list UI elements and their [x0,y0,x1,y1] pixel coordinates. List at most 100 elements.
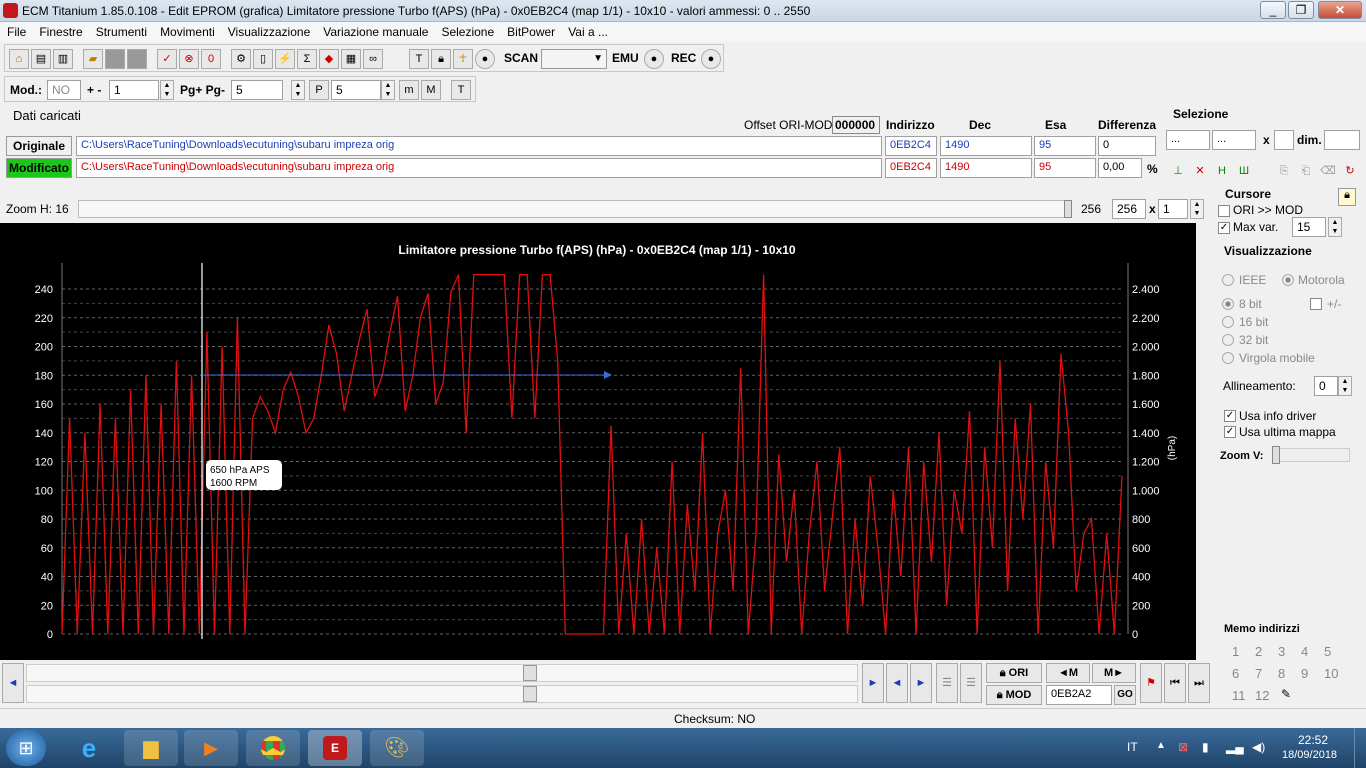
sel-start-icon[interactable]: ⊥ [1168,162,1188,182]
lastmap-checkbox[interactable]: ✓ [1224,426,1236,438]
motorola-radio[interactable] [1282,274,1294,286]
memo-slot-2[interactable]: 2 [1255,644,1262,659]
memo-slot-1[interactable]: 1 [1232,644,1239,659]
selezione-start[interactable]: ... [1166,130,1210,150]
maximize-button[interactable]: ❐ [1288,1,1314,19]
explorer-icon[interactable]: ▆ [124,730,178,766]
memo-slot-6[interactable]: 6 [1232,666,1239,681]
window-icon[interactable]: ▥ [53,49,73,69]
emu-label[interactable]: EMU [612,51,639,65]
sel-paste-icon[interactable]: ⎗ [1296,162,1316,182]
compare-icon[interactable]: ⊗ [179,49,199,69]
float-radio[interactable] [1222,352,1234,364]
mod-field[interactable]: NO [47,80,81,100]
menu-movimenti[interactable]: Movimenti [153,22,221,39]
zoom-width-field[interactable]: 256 [1112,199,1146,219]
menu-vai[interactable]: Vai a ... [561,22,614,39]
clock-time[interactable]: 22:52 [1298,733,1328,747]
ori-mod-checkbox[interactable] [1218,205,1230,217]
text-icon[interactable]: T [409,49,429,69]
show-desktop-button[interactable] [1354,728,1366,768]
sel-h-icon[interactable]: H [1212,162,1232,182]
menu-variazione[interactable]: Variazione manuale [316,22,434,39]
memo-slot-10[interactable]: 10 [1324,666,1338,681]
network-icon[interactable]: ⊠ [1178,740,1188,754]
zero-icon[interactable]: 0 [201,49,221,69]
align-field[interactable]: 0 [1314,376,1338,396]
jump-start-button[interactable]: ⏮ [1164,663,1186,703]
zoom-h-thumb[interactable] [1064,200,1072,218]
person-icon[interactable]: ☥ [453,49,473,69]
memo-slot-9[interactable]: 9 [1301,666,1308,681]
ie-icon[interactable]: e [62,730,116,766]
maxvar-spinner[interactable]: ▲ ▼ [1328,217,1342,237]
chart-area[interactable]: Limitatore pressione Turbo f(APS) (hPa) … [0,223,1196,660]
align-spinner[interactable]: ▲ ▼ [1338,376,1352,396]
maxvar-checkbox[interactable]: ✓ [1218,222,1230,234]
scan-label[interactable]: SCAN [504,51,538,65]
selezione-dim-field[interactable] [1324,130,1360,150]
mod-button[interactable]: 🔒︎ MOD [986,685,1042,705]
memo-slot-11[interactable]: 11 [1232,688,1246,703]
chart-icon[interactable]: ⚡ [275,49,295,69]
clock-date[interactable]: 18/09/2018 [1282,749,1337,761]
memo-next-button[interactable]: M► [1092,663,1136,683]
jump-end-button[interactable]: ⏭ [1188,663,1210,703]
memo-save-icon[interactable]: ✎ [1278,687,1294,703]
t-icon[interactable]: T [451,80,471,100]
sigma-icon[interactable]: Σ [297,49,317,69]
8bit-radio[interactable] [1222,298,1234,310]
zoom-spinner[interactable]: ▲ ▼ [1190,199,1204,219]
signal-icon[interactable]: ▂▄ [1226,740,1244,754]
sel-end-icon[interactable]: Ш [1234,162,1254,182]
volume-icon[interactable]: ◀) [1252,740,1265,754]
maxvar-field[interactable]: 15 [1292,217,1326,237]
nav-prev-mark-button[interactable]: ◄ [886,663,908,703]
nav-next-mark-button[interactable]: ► [910,663,932,703]
p-spinner[interactable]: ▲ ▼ [381,80,395,100]
menu-visualizzazione[interactable]: Visualizzazione [221,22,317,39]
pg-field[interactable]: 5 [231,80,283,100]
align-left-button[interactable]: ☰ [936,663,958,703]
memo-slot-5[interactable]: 5 [1324,644,1331,659]
memo-prev-button[interactable]: ◄M [1046,663,1090,683]
zoom-h-slider[interactable] [78,200,1072,218]
M-icon[interactable]: M [421,80,441,100]
step-spinner[interactable]: ▲ ▼ [160,80,174,100]
save-icon[interactable] [105,49,125,69]
sel-delete-icon[interactable]: ⌫ [1318,162,1338,182]
mod-scrollbar[interactable] [26,685,858,703]
binoculars-icon[interactable]: ∞ [363,49,383,69]
step-field[interactable]: 1 [109,80,159,100]
mod-scroll-thumb[interactable] [523,686,537,702]
scan-select[interactable]: ▼ [541,49,607,69]
sel-cross-icon[interactable]: ✕ [1190,162,1210,182]
chart-svg[interactable]: Limitatore pressione Turbo f(APS) (hPa) … [0,223,1196,660]
menu-file[interactable]: File [0,22,32,39]
start-button[interactable]: ⊞ [6,730,46,766]
ecm-titanium-icon[interactable]: E [308,730,362,766]
language-indicator[interactable]: IT [1127,740,1138,754]
minimize-button[interactable]: _ [1260,1,1286,19]
tray-expand-icon[interactable]: ▲ [1156,740,1166,751]
memo-slot-8[interactable]: 8 [1278,666,1285,681]
menu-bitpower[interactable]: BitPower [500,22,561,39]
goto-address-field[interactable]: 0EB2A2 [1046,685,1112,705]
media-player-icon[interactable]: ▶ [184,730,238,766]
align-right-button[interactable]: ☰ [960,663,982,703]
ieee-radio[interactable] [1222,274,1234,286]
nav-next-button[interactable]: ► [862,663,884,703]
memo-slot-3[interactable]: 3 [1278,644,1285,659]
save-as-icon[interactable] [127,49,147,69]
menu-selezione[interactable]: Selezione [434,22,500,39]
p-icon[interactable]: P [309,80,329,100]
paint-icon[interactable]: 🎨︎ [370,730,424,766]
check-icon[interactable]: ✓ [157,49,177,69]
tool-icon[interactable]: ⚙ [231,49,251,69]
memo-slot-7[interactable]: 7 [1255,666,1262,681]
nav-first-button[interactable]: ◄ [2,663,24,703]
16bit-radio[interactable] [1222,316,1234,328]
m-icon[interactable]: m [399,80,419,100]
sel-copy-icon[interactable]: ⎘ [1274,162,1294,182]
memo-slot-12[interactable]: 12 [1255,688,1269,703]
